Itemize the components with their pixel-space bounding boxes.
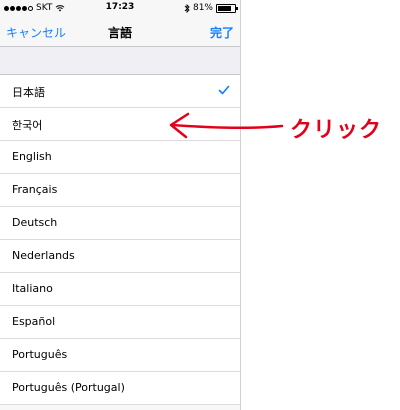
language-row[interactable]: Deutsch [0,207,240,240]
bluetooth-icon [184,3,190,13]
language-row[interactable]: English [0,141,240,174]
language-label: English [12,150,52,163]
page-title: 言語 [107,26,132,40]
status-bar: SKT 17:23 81% [0,0,240,16]
language-label: Nederlands [12,249,75,262]
language-label: Español [12,315,56,328]
language-row[interactable]: Italiano [0,273,240,306]
annotation-label: クリック [290,118,383,143]
language-label: Português (Portugal) [12,381,125,394]
language-label: Français [12,183,58,196]
language-row[interactable]: Español [0,306,240,339]
language-row[interactable]: Português [0,339,240,372]
navigation-bar: キャンセル 言語 完了 [0,16,240,47]
language-label: Português [12,348,68,361]
language-label: 한국어 [12,119,43,132]
battery-icon [216,3,238,13]
language-row[interactable]: 日本語 [0,75,240,108]
done-button[interactable]: 完了 [210,24,234,41]
language-row[interactable]: Português (Portugal) [0,372,240,405]
battery-fill [218,5,231,11]
status-right: 81% [184,3,238,13]
phone-screen: SKT 17:23 81% キャンセル 言語 完了 日本語 한국어 Englis… [0,0,241,410]
language-row[interactable]: Français [0,174,240,207]
language-row[interactable]: 한국어 [0,108,240,141]
language-label: 日本語 [12,86,45,99]
section-header-spacer [0,47,240,74]
battery-percent: 81% [192,3,213,13]
language-label: Deutsch [12,216,58,229]
language-label: Italiano [12,282,53,295]
language-list: 日本語 한국어 English Français Deutsch Nederla… [0,74,240,405]
checkmark-icon [218,85,230,95]
language-row[interactable]: Nederlands [0,240,240,273]
